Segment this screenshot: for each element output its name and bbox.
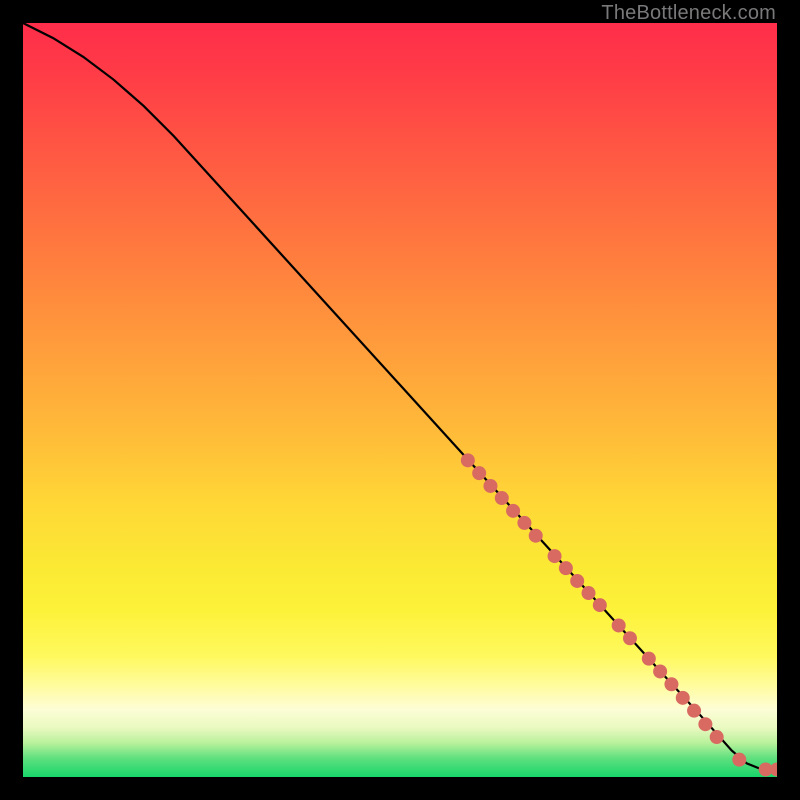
- chart-point: [687, 704, 701, 718]
- chart-point: [529, 529, 543, 543]
- chart-point: [506, 504, 520, 518]
- chart-point: [653, 664, 667, 678]
- chart-point: [472, 466, 486, 480]
- chart-point: [623, 631, 637, 645]
- chart-stage: TheBottleneck.com: [0, 0, 800, 800]
- plot-area: [23, 23, 777, 777]
- chart-svg: [23, 23, 777, 777]
- chart-point: [770, 762, 777, 776]
- chart-point: [612, 618, 626, 632]
- chart-point: [570, 574, 584, 588]
- chart-point: [698, 717, 712, 731]
- chart-point: [495, 491, 509, 505]
- chart-point: [483, 479, 497, 493]
- chart-point: [732, 753, 746, 767]
- chart-point: [593, 598, 607, 612]
- chart-point: [461, 453, 475, 467]
- chart-point: [548, 549, 562, 563]
- chart-point: [642, 652, 656, 666]
- chart-point: [664, 677, 678, 691]
- chart-point: [676, 691, 690, 705]
- watermark-text: TheBottleneck.com: [601, 2, 776, 25]
- chart-line: [23, 23, 777, 769]
- chart-point: [559, 561, 573, 575]
- chart-point: [517, 516, 531, 530]
- chart-point: [710, 730, 724, 744]
- chart-point: [582, 586, 596, 600]
- chart-points-group: [461, 453, 777, 776]
